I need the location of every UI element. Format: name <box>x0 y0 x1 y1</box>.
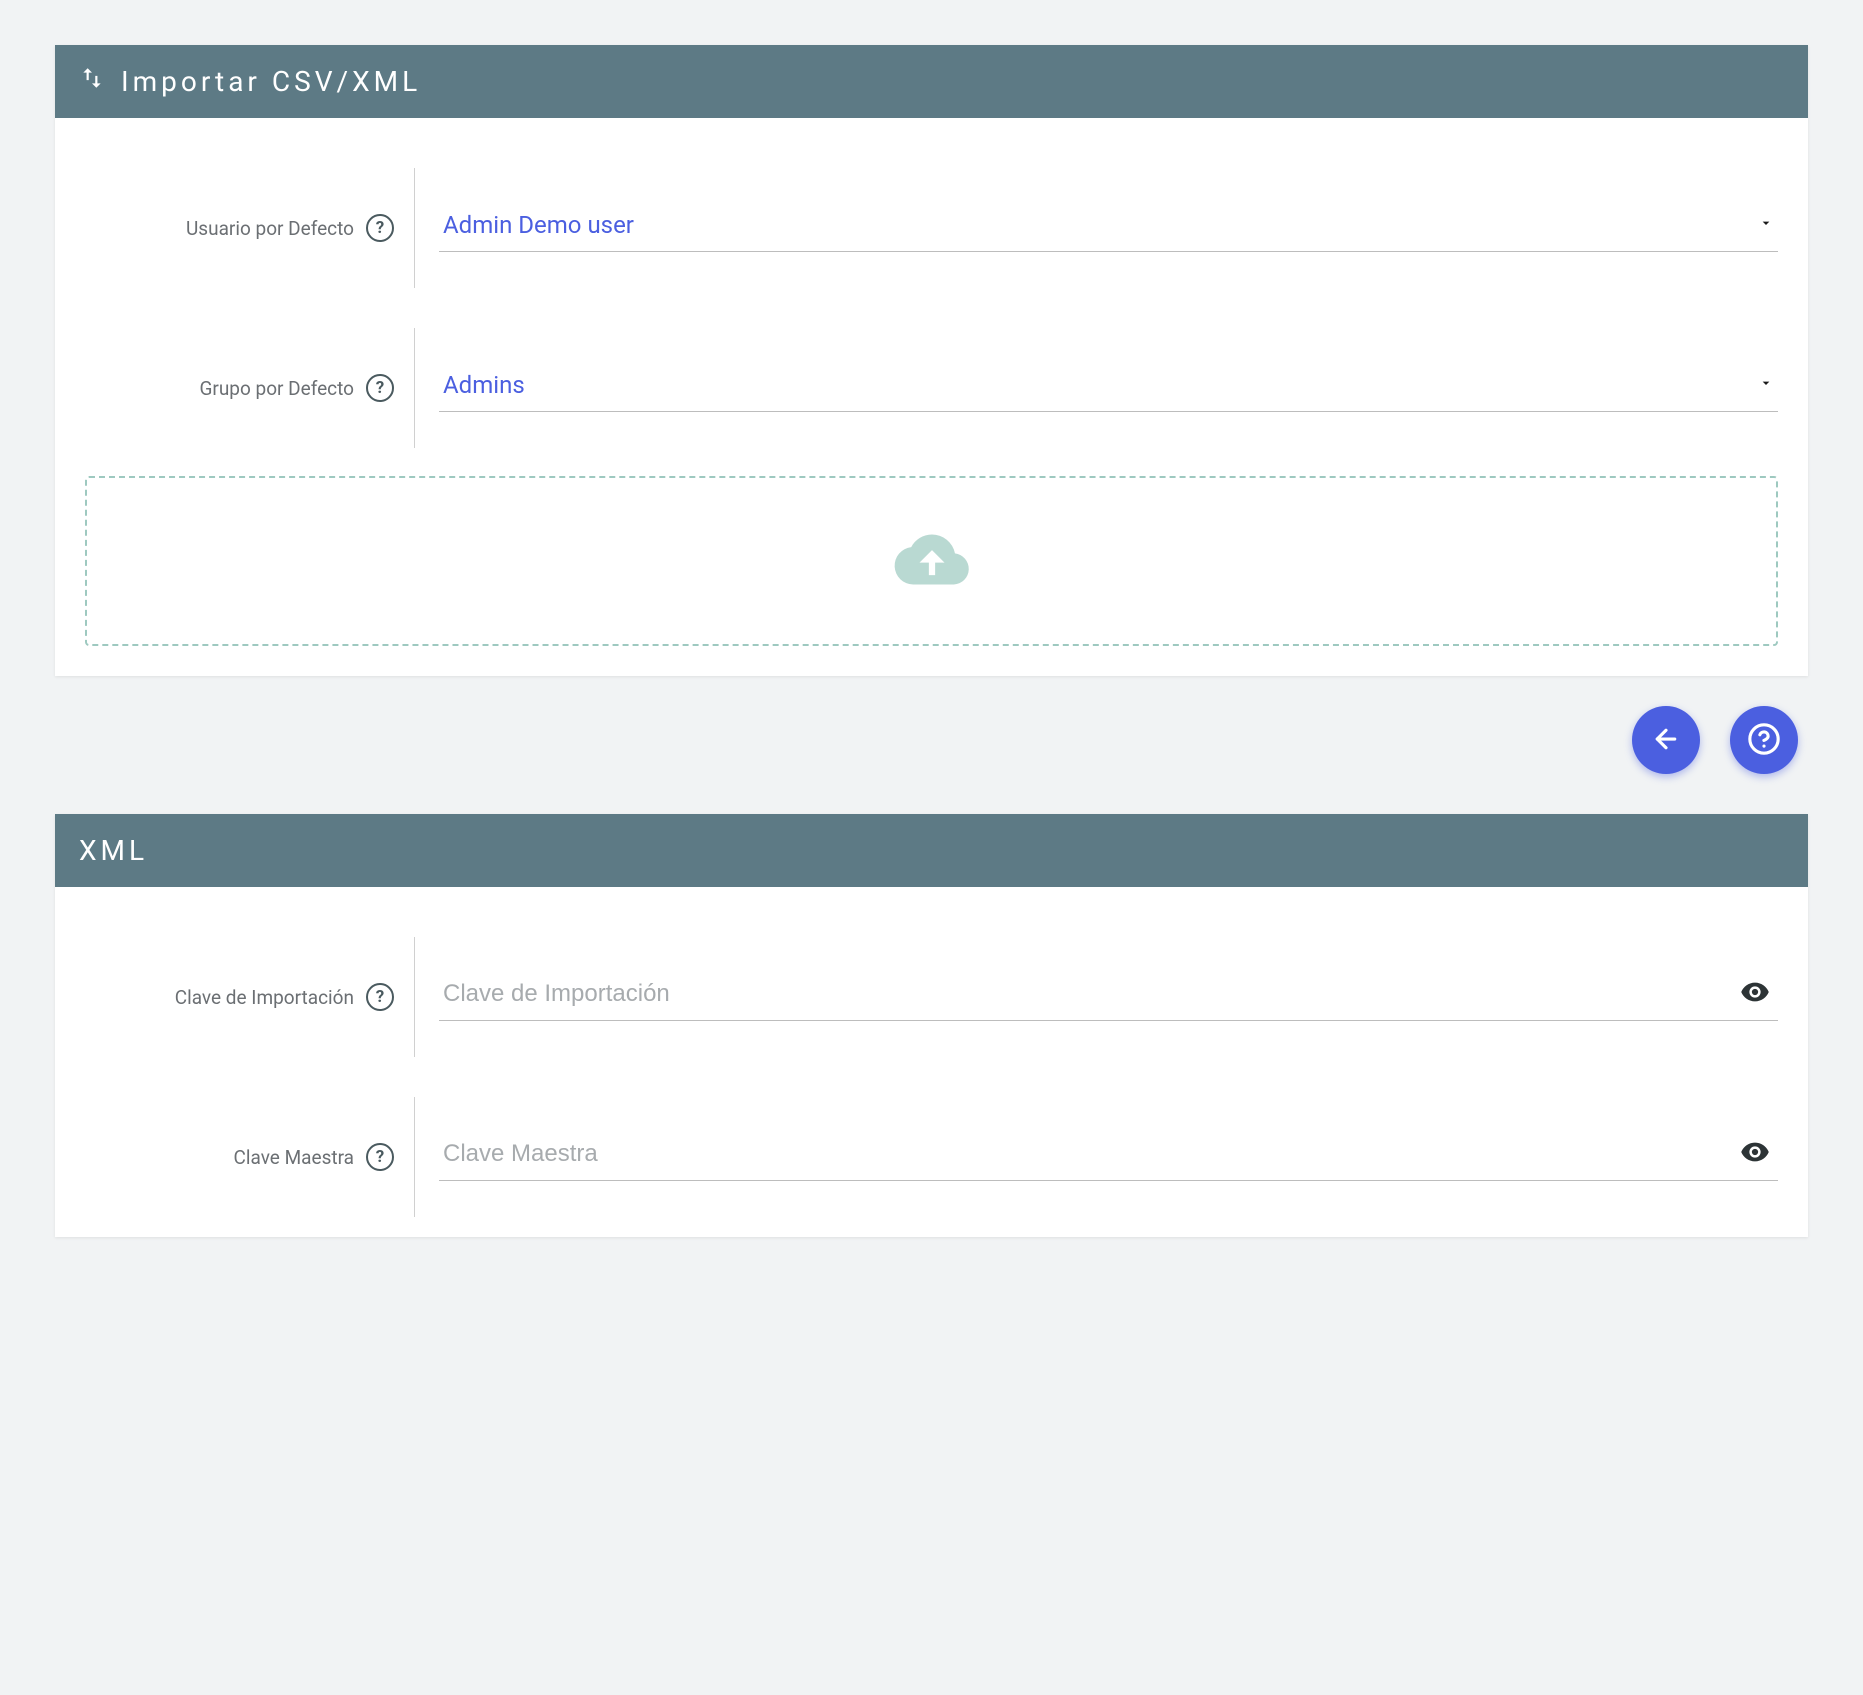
xml-card-title: XML <box>79 834 148 867</box>
import-card-header: Importar CSV/XML <box>55 45 1808 118</box>
toggle-visibility-button[interactable] <box>1736 1133 1774 1174</box>
label-default-user: Usuario por Defecto <box>186 217 354 240</box>
label-import-key: Clave de Importación <box>175 986 354 1009</box>
help-icon[interactable]: ? <box>366 1143 394 1171</box>
toggle-visibility-button[interactable] <box>1736 973 1774 1014</box>
select-default-user[interactable]: Admin Demo user <box>439 204 1778 252</box>
question-circle-icon <box>1747 722 1781 759</box>
row-import-key: Clave de Importación ? <box>55 917 1808 1077</box>
import-card: Importar CSV/XML Usuario por Defecto ? A… <box>55 45 1808 676</box>
row-default-user: Usuario por Defecto ? Admin Demo user <box>55 148 1808 308</box>
select-default-group[interactable]: Admins <box>439 364 1778 412</box>
field-import-key <box>439 973 1778 1021</box>
row-master-key: Clave Maestra ? <box>55 1077 1808 1237</box>
arrow-left-icon <box>1651 724 1681 757</box>
row-default-group: Grupo por Defecto ? Admins <box>55 308 1808 468</box>
select-default-user-value: Admin Demo user <box>443 211 1746 239</box>
eye-icon <box>1740 977 1770 1010</box>
fab-row <box>55 706 1798 774</box>
help-button[interactable] <box>1730 706 1798 774</box>
caret-down-icon <box>1758 215 1774 235</box>
select-default-group-value: Admins <box>443 371 1746 399</box>
import-card-title: Importar CSV/XML <box>121 65 421 98</box>
swap-vertical-icon <box>79 65 105 98</box>
xml-card-body: Clave de Importación ? Clave Maestra ? <box>55 887 1808 1237</box>
eye-icon <box>1740 1137 1770 1170</box>
field-master-key <box>439 1133 1778 1181</box>
xml-card-header: XML <box>55 814 1808 887</box>
input-import-key[interactable] <box>443 980 1724 1008</box>
file-dropzone[interactable] <box>85 476 1778 646</box>
label-default-group: Grupo por Defecto <box>199 377 354 400</box>
help-icon[interactable]: ? <box>366 374 394 402</box>
import-card-body: Usuario por Defecto ? Admin Demo user Gr… <box>55 118 1808 676</box>
cloud-upload-icon <box>887 522 977 601</box>
input-master-key[interactable] <box>443 1140 1724 1168</box>
label-master-key: Clave Maestra <box>234 1146 354 1169</box>
help-icon[interactable]: ? <box>366 214 394 242</box>
caret-down-icon <box>1758 375 1774 395</box>
back-button[interactable] <box>1632 706 1700 774</box>
xml-card: XML Clave de Importación ? <box>55 814 1808 1237</box>
help-icon[interactable]: ? <box>366 983 394 1011</box>
